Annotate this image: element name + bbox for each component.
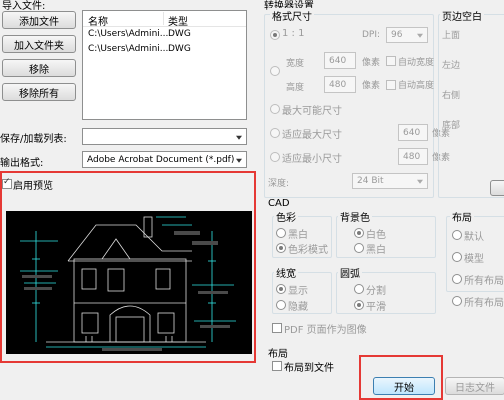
save-load-list-dropdown[interactable]	[82, 128, 247, 145]
ratio-1-1-radio[interactable]	[270, 30, 280, 40]
color-bw-label: 黑白	[288, 230, 308, 241]
max-size-label: 最大可能尺寸	[282, 106, 342, 117]
layout-section-title: 布局	[268, 349, 288, 360]
output-format-label: 输出格式:	[0, 158, 44, 169]
dpi-label: DPI:	[362, 30, 381, 40]
format-size-title: 格式尺寸	[270, 8, 314, 23]
lineweight-group-title: 线宽	[274, 265, 298, 280]
auto-width-checkbox[interactable]	[386, 56, 396, 66]
background-white-label: 白色	[366, 230, 386, 241]
depth-value: 24 Bit	[357, 176, 384, 186]
layout-default-radio[interactable]	[452, 230, 462, 240]
lineweight-show-label: 显示	[288, 286, 308, 297]
dpi-dropdown[interactable]: 96	[386, 27, 428, 43]
ratio-1-1-label: 1 : 1	[282, 28, 305, 39]
auto-height-label: 自动高度	[398, 81, 435, 91]
save-load-list-label: 保存/加载列表:	[0, 134, 67, 145]
chevron-down-icon	[417, 33, 423, 38]
max-size-radio[interactable]	[270, 104, 280, 114]
color-mode-radio[interactable]	[276, 243, 286, 253]
file-name-cell: C:\Users\Admini...	[88, 29, 169, 39]
background-white-radio[interactable]	[354, 228, 364, 238]
height-label: 高度	[286, 83, 305, 93]
arc-split-radio[interactable]	[354, 284, 364, 294]
layout-model-radio[interactable]	[452, 252, 462, 262]
background-black-label: 黑白	[366, 245, 386, 256]
lineweight-hide-label: 隐藏	[288, 302, 308, 313]
log-file-button[interactable]: 日志文件	[445, 377, 504, 395]
add-file-button[interactable]: 添加文件	[2, 11, 76, 29]
chevron-down-icon	[236, 135, 242, 140]
fit-max-radio[interactable]	[270, 128, 280, 138]
auto-width-label: 自动宽度	[398, 58, 435, 68]
column-header-type[interactable]: 类型	[168, 13, 188, 28]
layout-all2-label: 所有布局	[464, 298, 504, 309]
preview-highlight-box	[0, 171, 256, 363]
depth-dropdown[interactable]: 24 Bit	[352, 173, 428, 189]
fit-min-radio[interactable]	[270, 152, 280, 162]
layout-to-file-label: 布局到文件	[284, 363, 334, 374]
layout-all-label: 所有布局	[464, 276, 504, 287]
add-folder-button[interactable]: 加入文件夹	[2, 35, 76, 53]
arc-smooth-radio[interactable]	[354, 300, 364, 310]
column-header-name[interactable]: 名称	[88, 13, 108, 28]
page-margin-title: 页边空白	[440, 8, 484, 23]
arc-split-label: 分割	[366, 286, 386, 297]
height-input[interactable]: 480	[324, 76, 356, 93]
layout-all2-radio[interactable]	[452, 296, 462, 306]
fit-max-label: 适应最大尺寸	[282, 130, 342, 141]
cad-layout-group-title: 布局	[450, 209, 474, 224]
fit-max-input[interactable]: 640	[398, 124, 428, 141]
lineweight-hide-radio[interactable]	[276, 300, 286, 310]
chevron-down-icon	[417, 179, 423, 184]
margin-right-label: 右侧	[442, 91, 461, 101]
dpi-value: 96	[391, 30, 403, 40]
file-type-cell: DWG	[168, 44, 191, 54]
background-group-title: 背景色	[338, 209, 372, 224]
depth-label: 深度:	[268, 179, 290, 189]
output-format-value: Adobe Acrobat Document (*.pdf)	[87, 154, 235, 165]
custom-size-radio[interactable]	[270, 66, 280, 76]
height-unit-label: 像素	[362, 81, 381, 91]
start-highlight-box	[359, 355, 443, 400]
chevron-down-icon	[236, 158, 242, 163]
file-type-cell: DWG	[168, 29, 191, 39]
background-black-radio[interactable]	[354, 243, 364, 253]
page-margin-group	[438, 14, 504, 198]
color-group-title: 色彩	[274, 209, 298, 224]
cad-section-title: CAD	[268, 198, 290, 209]
width-unit-label: 像素	[362, 58, 381, 68]
pdf-as-image-checkbox[interactable]	[272, 323, 282, 333]
pdf-as-image-label: PDF 页面作为图像	[284, 325, 367, 336]
arc-group-title: 圆弧	[338, 265, 362, 280]
table-row[interactable]: C:\Users\Admini... DWG	[83, 43, 246, 57]
remove-all-button[interactable]: 移除所有	[2, 83, 76, 101]
width-label: 宽度	[286, 59, 305, 69]
file-list[interactable]: 名称 类型 C:\Users\Admini... DWG C:\Users\Ad…	[82, 10, 247, 120]
layout-all-radio[interactable]	[452, 274, 462, 284]
lineweight-show-radio[interactable]	[276, 284, 286, 294]
margin-top-label: 上面	[442, 31, 461, 41]
margin-apply-button[interactable]	[490, 180, 504, 196]
margin-left-label: 左边	[442, 61, 461, 71]
layout-model-label: 模型	[464, 254, 484, 265]
auto-height-checkbox[interactable]	[386, 80, 396, 90]
file-list-header: 名称 类型	[83, 11, 246, 28]
fit-min-input[interactable]: 480	[398, 148, 428, 165]
margin-bottom-label: 底部	[442, 121, 461, 131]
output-format-dropdown[interactable]: Adobe Acrobat Document (*.pdf)	[82, 151, 247, 168]
width-input[interactable]: 640	[324, 52, 356, 69]
remove-button[interactable]: 移除	[2, 59, 76, 77]
table-row[interactable]: C:\Users\Admini... DWG	[83, 28, 246, 42]
fit-min-label: 适应最小尺寸	[282, 154, 342, 165]
color-bw-radio[interactable]	[276, 228, 286, 238]
file-name-cell: C:\Users\Admini...	[88, 44, 169, 54]
color-mode-label: 色彩模式	[288, 245, 328, 256]
layout-default-label: 默认	[464, 232, 484, 243]
layout-to-file-checkbox[interactable]	[272, 361, 282, 371]
arc-smooth-label: 平滑	[366, 302, 386, 313]
